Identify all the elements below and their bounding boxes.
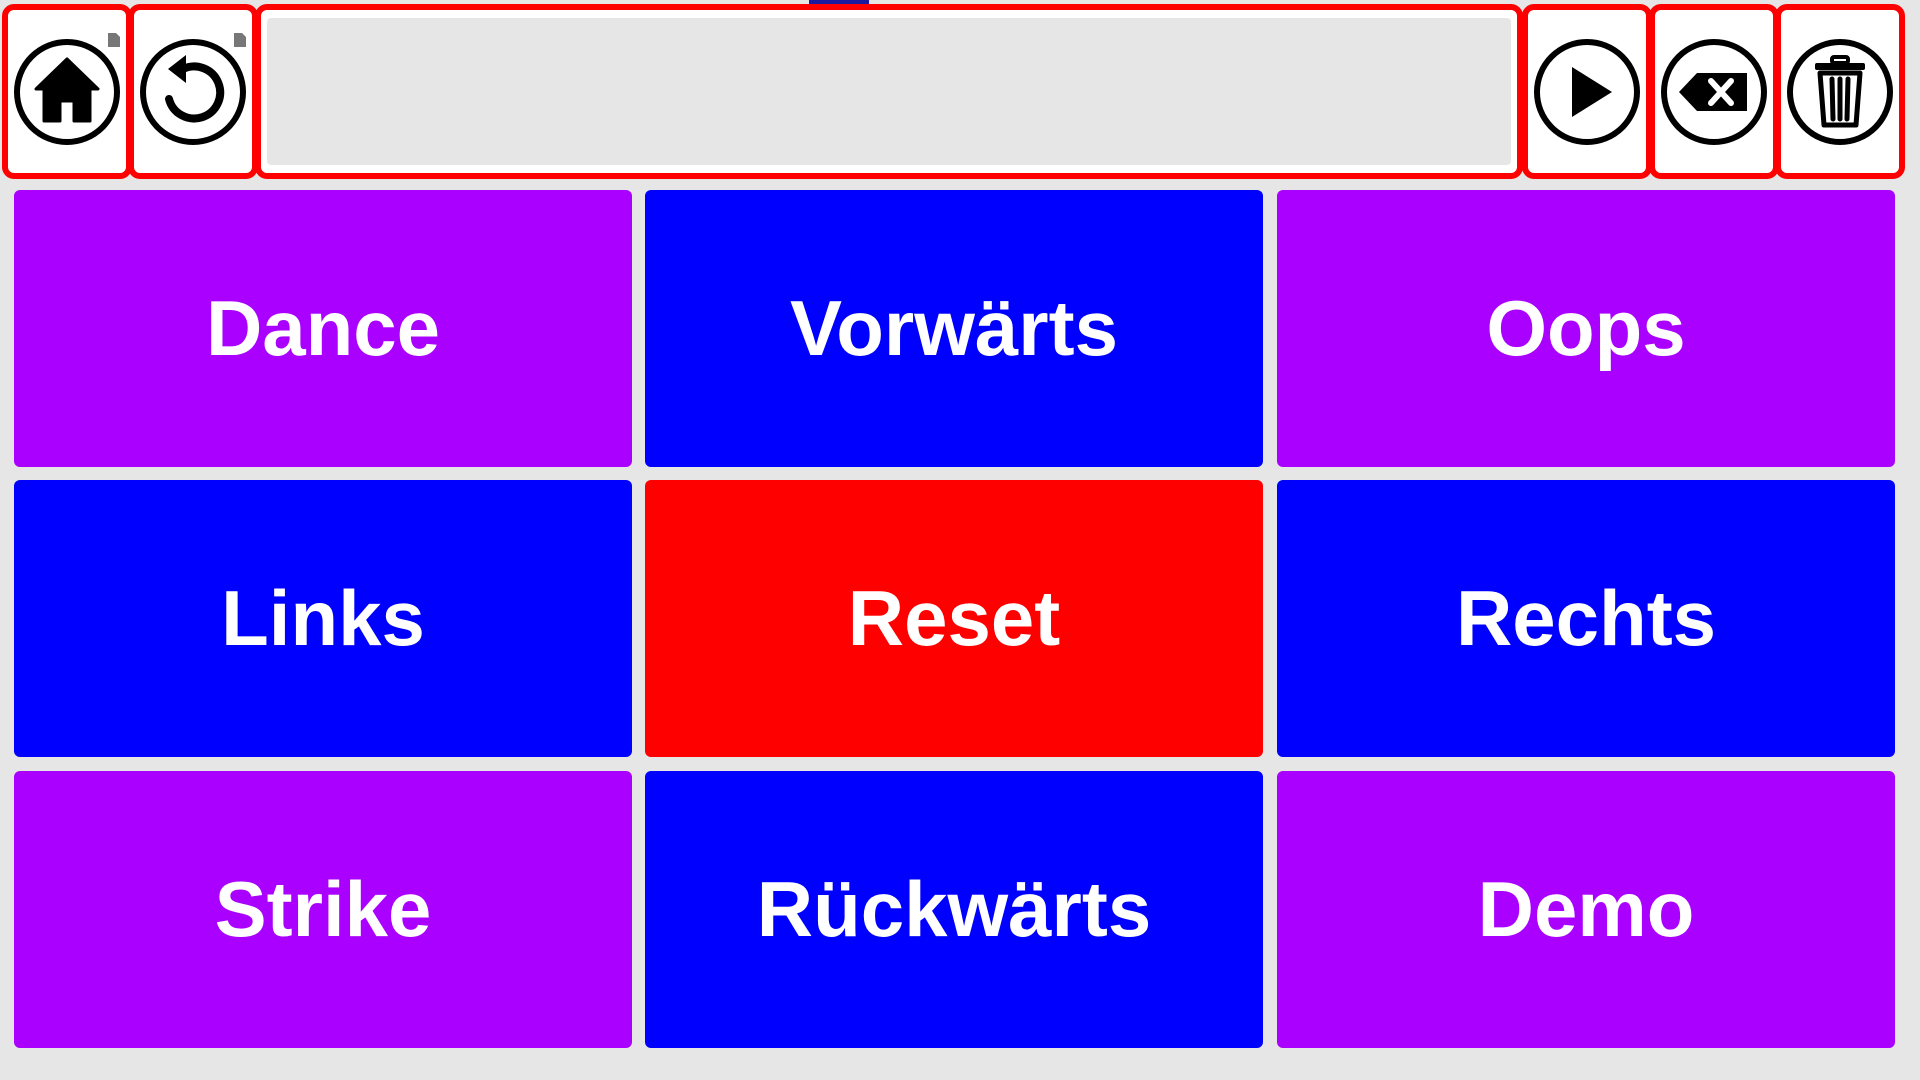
grid-button-label: Reset	[847, 574, 1061, 662]
undo-arrow-icon	[138, 37, 248, 147]
play-icon	[1532, 37, 1642, 147]
grid-button-dance[interactable]: Dance	[14, 190, 632, 467]
grid-button-rueckwaerts[interactable]: Rückwärts	[645, 771, 1263, 1048]
clear-button[interactable]	[1775, 4, 1905, 179]
aac-board-screen: Dance Vorwärts Oops Links Reset Rechts S…	[0, 0, 1920, 1080]
message-field[interactable]	[267, 18, 1511, 165]
trash-icon	[1785, 37, 1895, 147]
page-corner-icon	[108, 33, 120, 47]
grid-button-strike[interactable]: Strike	[14, 771, 632, 1048]
backspace-button[interactable]	[1649, 4, 1779, 179]
grid-button-label: Rückwärts	[756, 865, 1152, 953]
grid-button-label: Demo	[1477, 865, 1695, 953]
home-icon	[12, 37, 122, 147]
backspace-icon	[1659, 37, 1769, 147]
grid-button-links[interactable]: Links	[14, 480, 632, 757]
grid-button-label: Oops	[1486, 284, 1686, 372]
page-corner-icon	[234, 33, 246, 47]
grid-button-label: Vorwärts	[790, 284, 1118, 372]
grid-button-vorwaerts[interactable]: Vorwärts	[645, 190, 1263, 467]
grid-button-label: Links	[221, 574, 425, 662]
grid-button-demo[interactable]: Demo	[1277, 771, 1895, 1048]
speak-button[interactable]	[1522, 4, 1652, 179]
grid-button-oops[interactable]: Oops	[1277, 190, 1895, 467]
back-button[interactable]	[128, 4, 258, 179]
grid-button-label: Rechts	[1455, 574, 1717, 662]
grid-button-reset[interactable]: Reset	[645, 480, 1263, 757]
home-button[interactable]	[2, 4, 132, 179]
message-bar[interactable]	[255, 4, 1523, 179]
grid-button-label: Strike	[214, 865, 432, 953]
grid-button-rechts[interactable]: Rechts	[1277, 480, 1895, 757]
grid-button-label: Dance	[205, 284, 441, 372]
toolbar	[0, 0, 1920, 186]
